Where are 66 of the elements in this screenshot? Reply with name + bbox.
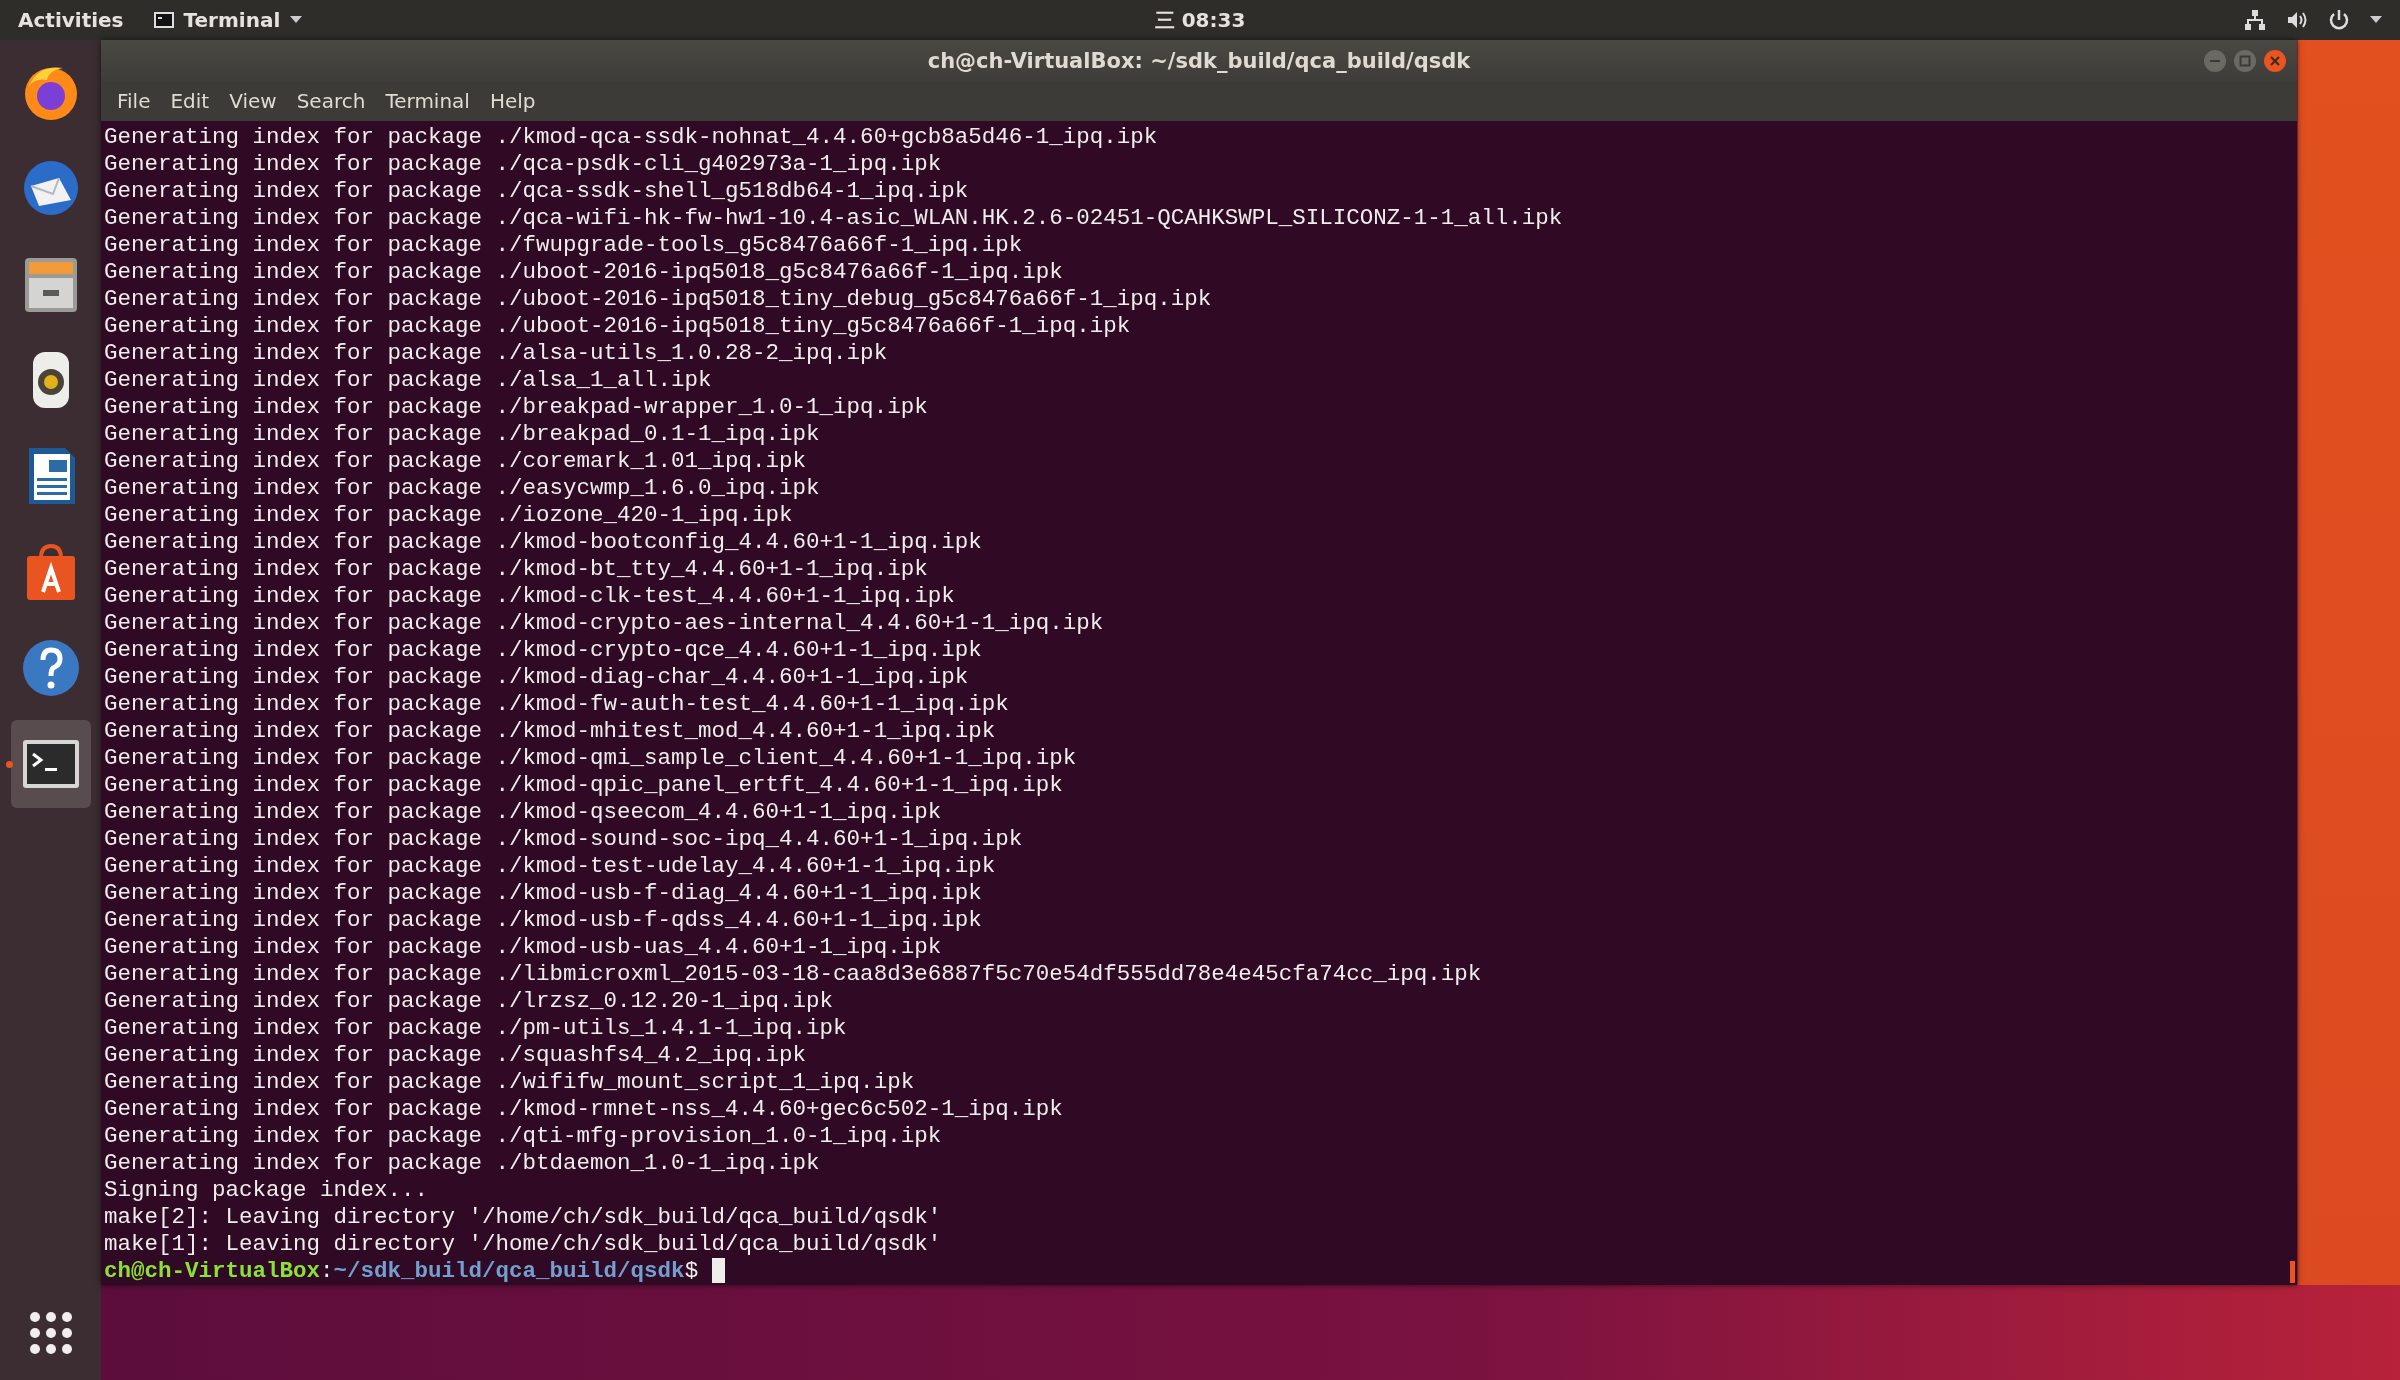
terminal-line: Generating index for package ./easycwmp_1.6.0_ipq.ipk [104, 475, 821, 502]
terminal-line: Generating index for package ./kmod-sound-soc-ipq_4.4.60+1-1_ipq.ipk [104, 826, 1024, 853]
terminal-line: Generating index for package ./kmod-bt_tty_4.4.60+1-1_ipq.ipk [104, 556, 929, 583]
terminal-line: Generating index for package ./kmod-fw-auth-test_4.4.60+1-1_ipq.ipk [104, 691, 1010, 718]
window-title: ch@ch-VirtualBox: ~/sdk_build/qca_build/qsdk [927, 48, 1471, 73]
menu-item[interactable]: Terminal [377, 87, 478, 116]
activities-button[interactable]: Activities [18, 8, 124, 32]
terminal-line: Generating index for package ./libmicroxml_2015-03-18-caa8d3e6887f5c70e54df555dd78e4e45cfa74cc_ipq.ipk [104, 961, 1483, 988]
caret-icon [290, 16, 303, 24]
terminal-line: make[2]: Leaving directory '/home/ch/sdk_build/qca_build/qsdk' [104, 1204, 943, 1231]
prompt-symbol: $ [684, 1258, 699, 1285]
terminal-line: Generating index for package ./kmod-mhitest_mod_4.4.60+1-1_ipq.ipk [104, 718, 997, 745]
terminal-line: Generating index for package ./qca-ssdk-shell_g518db64-1_ipq.ipk [104, 178, 970, 205]
terminal-line: Generating index for package ./kmod-qca-ssdk-nohnat_4.4.60+gcb8a5d46-1_ipq.ipk [104, 124, 1159, 151]
terminal-line: Generating index for package ./kmod-diag-char_4.4.60+1-1_ipq.ipk [104, 664, 970, 691]
terminal-line: Generating index for package ./kmod-qmi_sample_client_4.4.60+1-1_ipq.ipk [104, 745, 1078, 772]
terminal-line: Generating index for package ./uboot-2016-ipq5018_tiny_debug_g5c8476a66f-1_ipq.ipk [104, 286, 1213, 313]
terminal-line: Generating index for package ./btdaemon_1.0-1_ipq.ipk [104, 1150, 821, 1177]
menu-item[interactable]: File [109, 87, 159, 116]
terminal-line: Generating index for package ./coremark_1.01_ipq.ipk [104, 448, 808, 475]
caret-icon[interactable] [2370, 16, 2382, 24]
terminal-line: Generating index for package ./kmod-usb-f-diag_4.4.60+1-1_ipq.ipk [104, 880, 983, 907]
terminal-line: Generating index for package ./kmod-crypto-qce_4.4.60+1-1_ipq.ipk [104, 637, 983, 664]
terminal-line: Generating index for package ./qti-mfg-provision_1.0-1_ipq.ipk [104, 1123, 943, 1150]
terminal-line: Generating index for package ./squashfs4_4.2_ipq.ipk [104, 1042, 808, 1069]
terminal-line: Generating index for package ./breakpad-wrapper_1.0-1_ipq.ipk [104, 394, 929, 421]
app-grid-icon[interactable] [27, 1310, 74, 1356]
terminal-line: Generating index for package ./kmod-qpic_panel_ertft_4.4.60+1-1_ipq.ipk [104, 772, 1064, 799]
terminal-line: Generating index for package ./kmod-clk-test_4.4.60+1-1_ipq.ipk [104, 583, 956, 610]
terminal-line: Generating index for package ./kmod-crypto-aes-internal_4.4.60+1-1_ipq.ipk [104, 610, 1105, 637]
terminal-line: Generating index for package ./alsa-utils_1.0.28-2_ipq.ipk [104, 340, 889, 367]
terminal-line: Generating index for package ./iozone_420-1_ipq.ipk [104, 502, 794, 529]
terminal-line: Generating index for package ./lrzsz_0.12.20-1_ipq.ipk [104, 988, 835, 1015]
terminal-line: Generating index for package ./fwupgrade-tools_g5c8476a66f-1_ipq.ipk [104, 232, 1024, 259]
network-icon[interactable] [2244, 9, 2266, 31]
terminal-line: Generating index for package ./qca-psdk-cli_g402973a-1_ipq.ipk [104, 151, 943, 178]
terminal-line: Generating index for package ./alsa_1_all.ipk [104, 367, 713, 394]
power-icon[interactable] [2328, 9, 2350, 31]
clock[interactable]: 三 08:33 [1154, 6, 1246, 34]
terminal-icon [153, 12, 174, 28]
terminal-line: Generating index for package ./kmod-qseecom_4.4.60+1-1_ipq.ipk [104, 799, 943, 826]
app-menu[interactable]: Terminal [153, 8, 303, 32]
terminal-line: Generating index for package ./uboot-2016-ipq5018_g5c8476a66f-1_ipq.ipk [104, 259, 1064, 286]
prompt-separator: : [320, 1258, 334, 1285]
menu-item[interactable]: Help [481, 87, 544, 116]
terminal-line: Generating index for package ./kmod-usb-uas_4.4.60+1-1_ipq.ipk [104, 934, 943, 961]
close-button[interactable] [2263, 49, 2287, 73]
terminal-line: Generating index for package ./uboot-2016-ipq5018_tiny_g5c8476a66f-1_ipq.ipk [104, 313, 1132, 340]
terminal-line: Generating index for package ./qca-wifi-hk-fw-hw1-10.4-asic_WLAN.HK.2.6-02451-QCAHKSWPL_SILICONZ-1-1_all.ipk [104, 205, 1564, 232]
running-indicator [5, 761, 13, 768]
prompt-path: ~/sdk_build/qca_build/qsdk [333, 1258, 685, 1285]
menu-item[interactable]: Search [288, 87, 374, 116]
prompt-user-host: ch@ch-VirtualBox [104, 1258, 321, 1285]
terminal-line: Generating index for package ./kmod-bootconfig_4.4.60+1-1_ipq.ipk [104, 529, 983, 556]
terminal-line: Generating index for package ./kmod-test-udelay_4.4.60+1-1_ipq.ipk [104, 853, 997, 880]
terminal-line: Signing package index... [104, 1177, 430, 1204]
terminal-line: Generating index for package ./kmod-usb-f-qdss_4.4.60+1-1_ipq.ipk [104, 907, 983, 934]
terminal-line: Generating index for package ./wififw_mount_script_1_ipq.ipk [104, 1069, 916, 1096]
terminal-line: Generating index for package ./kmod-rmnet-nss_4.4.60+gec6c502-1_ipq.ipk [104, 1096, 1064, 1123]
menu-item[interactable]: View [221, 87, 285, 116]
text-cursor [712, 1258, 726, 1283]
terminal-line: make[1]: Leaving directory '/home/ch/sdk_build/qca_build/qsdk' [104, 1231, 943, 1258]
menu-item[interactable]: Edit [162, 87, 218, 116]
scrollbar-thumb[interactable] [2290, 1261, 2295, 1283]
terminal-line: Generating index for package ./pm-utils_1.4.1-1_ipq.ipk [104, 1015, 848, 1042]
terminal-line: Generating index for package ./breakpad_0.1-1_ipq.ipk [104, 421, 821, 448]
